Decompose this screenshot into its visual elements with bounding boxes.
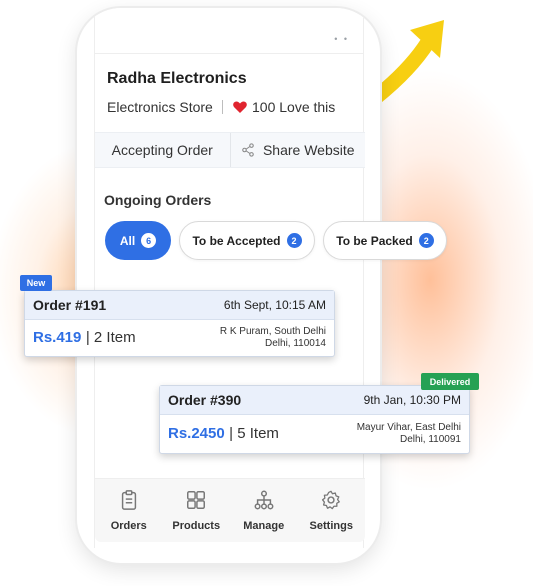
share-website-label: Share Website xyxy=(262,142,355,158)
nav-orders[interactable]: Orders xyxy=(95,479,163,542)
delivered-badge: Delivered xyxy=(421,373,479,390)
app-screen: • • Radha Electronics Electronics Store … xyxy=(94,8,365,548)
more-icon[interactable]: • • xyxy=(334,34,349,44)
order-price: Rs.419 xyxy=(33,329,82,346)
filter-chip-label: To be Accepted xyxy=(192,233,281,248)
nav-label: Settings xyxy=(309,520,353,532)
order-number: Order #191 xyxy=(33,297,107,313)
accepting-order-button[interactable]: Accepting Order xyxy=(95,133,230,167)
filter-chip-label: To be Packed xyxy=(336,233,413,248)
address-line-2: Delhi, 110091 xyxy=(400,434,461,445)
order-time: 9th Jan, 10:30 PM xyxy=(363,393,461,407)
share-icon xyxy=(242,143,254,157)
store-name: Radha Electronics xyxy=(107,70,247,87)
clipboard-icon xyxy=(121,490,136,510)
gear-icon xyxy=(322,490,341,510)
filter-count-badge: 2 xyxy=(286,233,302,248)
filter-chip-label: All xyxy=(119,233,136,248)
order-card-body: Rs.2450 | 5 Item Mayur Vihar, East Delhi… xyxy=(160,415,469,453)
nav-settings[interactable]: Settings xyxy=(298,479,366,542)
order-address: R K Puram, South Delhi Delhi, 110014 xyxy=(220,326,326,350)
order-card[interactable]: Order #390 9th Jan, 10:30 PM Rs.2450 | 5… xyxy=(159,385,470,454)
order-price: Rs.2450 xyxy=(168,425,225,442)
order-card-header: Order #191 6th Sept, 10:15 AM xyxy=(25,291,334,320)
nav-products[interactable]: Products xyxy=(163,479,231,542)
order-items: | 5 Item xyxy=(229,425,279,442)
divider xyxy=(222,100,223,114)
order-time: 6th Sept, 10:15 AM xyxy=(223,298,326,312)
address-line-1: R K Puram, South Delhi xyxy=(219,326,326,337)
nav-label: Products xyxy=(172,520,221,532)
store-type: Electronics Store xyxy=(107,99,213,115)
new-badge: New xyxy=(20,275,52,291)
top-bar xyxy=(95,8,363,54)
filter-count-badge: 6 xyxy=(141,233,157,248)
nav-manage[interactable]: Manage xyxy=(230,479,298,542)
address-line-2: Delhi, 110014 xyxy=(265,338,326,349)
filter-chip-to-be-packed[interactable]: To be Packed 2 xyxy=(323,221,447,260)
share-website-button[interactable]: Share Website xyxy=(229,133,366,167)
filter-chip-all[interactable]: All 6 xyxy=(105,221,171,260)
order-number: Order #390 xyxy=(168,392,242,408)
heart-icon[interactable] xyxy=(232,99,248,115)
order-card-header: Order #390 9th Jan, 10:30 PM xyxy=(160,386,469,415)
ongoing-orders-title: Ongoing Orders xyxy=(104,192,212,208)
grid-icon xyxy=(187,491,206,509)
address-line-1: Mayur Vihar, East Delhi xyxy=(356,422,461,433)
store-actions-bar: Accepting Order Share Website xyxy=(95,132,365,168)
hierarchy-icon xyxy=(254,490,274,510)
order-card[interactable]: Order #191 6th Sept, 10:15 AM Rs.419 | 2… xyxy=(24,290,335,357)
filter-chip-to-be-accepted[interactable]: To be Accepted 2 xyxy=(179,221,315,260)
nav-label: Manage xyxy=(243,520,285,532)
nav-label: Orders xyxy=(110,520,147,532)
accepting-order-label: Accepting Order xyxy=(111,142,213,158)
bottom-nav: Orders Products Manage Settings xyxy=(95,478,365,542)
order-address: Mayur Vihar, East Delhi Delhi, 110091 xyxy=(357,422,461,446)
filter-count-badge: 2 xyxy=(418,233,434,248)
love-count: 100 Love this xyxy=(252,99,336,115)
order-items: | 2 Item xyxy=(85,329,136,346)
order-card-body: Rs.419 | 2 Item R K Puram, South Delhi D… xyxy=(25,320,334,356)
